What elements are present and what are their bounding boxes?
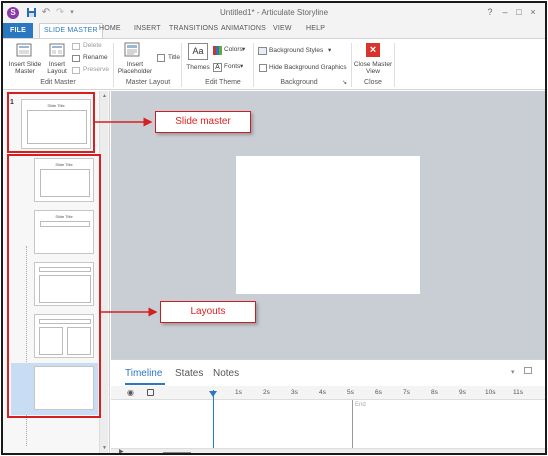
tick-label: 11s — [513, 389, 523, 396]
zoom-slider[interactable] — [163, 452, 191, 453]
playhead-handle[interactable] — [209, 391, 217, 397]
playhead-line[interactable] — [213, 390, 214, 453]
ribbon-tabs: FILE SLIDE MASTER HOME INSERT TRANSITION… — [3, 23, 545, 38]
undock-panel-icon[interactable] — [524, 367, 532, 374]
ribbon-separator — [181, 43, 182, 87]
window-title: Untitled1* - Articulate Storyline — [219, 8, 329, 17]
insert-layout-icon[interactable] — [49, 43, 65, 63]
tab-home[interactable]: HOME — [99, 25, 121, 32]
tab-notes[interactable]: Notes — [213, 368, 239, 379]
tick-label: 6s — [375, 389, 382, 396]
insert-slide-master-button[interactable]: Insert Slide Master — [7, 61, 43, 75]
slide-master-highlight-box — [7, 92, 95, 153]
title-bar: S ↶ ↷ ▾ Untitled1* - Articulate Storylin… — [3, 3, 545, 23]
rename-icon — [72, 55, 80, 62]
insert-layout-button[interactable]: Insert Layout — [43, 61, 71, 75]
tick-label: 1s — [235, 389, 242, 396]
ribbon: Insert Slide Master Insert Layout Delete… — [3, 38, 545, 90]
slide-stage[interactable] — [236, 156, 420, 294]
active-tab-indicator — [125, 383, 165, 385]
ribbon-separator — [351, 43, 352, 87]
panel-menu-icon[interactable]: ▾ — [511, 368, 515, 376]
lock-icon[interactable] — [147, 389, 154, 396]
close-master-view-icon[interactable]: × — [366, 43, 380, 57]
insert-slide-master-icon[interactable] — [16, 43, 32, 63]
app-window: S ↶ ↷ ▾ Untitled1* - Articulate Storylin… — [1, 1, 547, 455]
tick-label: 8s — [431, 389, 438, 396]
end-marker-label: End — [355, 402, 366, 408]
tab-states[interactable]: States — [175, 368, 203, 379]
scroll-down-icon[interactable]: ▼ — [101, 445, 108, 451]
themes-icon[interactable]: Aa — [188, 43, 208, 60]
hide-background-graphics-label: Hide Background Graphics — [269, 64, 347, 71]
eye-icon[interactable]: ◉ — [127, 388, 134, 397]
tick-label: 5s — [347, 389, 354, 396]
close-window-icon[interactable]: × — [528, 7, 538, 17]
play-icon[interactable]: ▶ — [119, 449, 124, 453]
background-dialog-launcher-icon[interactable]: ↘ — [342, 79, 347, 87]
tick-label: 10s — [485, 389, 496, 396]
background-styles-icon — [258, 47, 267, 55]
colors-icon — [213, 46, 222, 55]
close-master-view-button[interactable]: Close Master View — [353, 61, 393, 75]
rename-button[interactable]: Rename — [83, 54, 108, 62]
minimize-icon[interactable]: – — [500, 7, 510, 17]
maximize-icon[interactable]: □ — [514, 7, 524, 17]
tick-label: 2s — [263, 389, 270, 396]
delete-button[interactable]: Delete — [83, 42, 102, 50]
tab-slide-master[interactable]: SLIDE MASTER — [39, 23, 103, 38]
preserve-icon — [72, 67, 80, 74]
end-marker-line[interactable] — [352, 400, 353, 453]
delete-icon — [72, 43, 80, 50]
timeline-tracks[interactable]: End — [111, 400, 545, 448]
timeline-panel: Timeline States Notes ▾ ◉ 1s 2s 3s 4s 5s… — [111, 359, 545, 453]
preserve-button[interactable]: Preserve — [83, 66, 109, 74]
edit-theme-group-label: Edit Theme — [205, 79, 241, 86]
hide-background-graphics-checkbox[interactable] — [259, 64, 267, 72]
ribbon-separator — [394, 43, 395, 87]
fonts-dropdown-icon[interactable]: ▾ — [240, 63, 243, 71]
tick-label: 3s — [291, 389, 298, 396]
themes-button[interactable]: Themes — [185, 64, 211, 71]
tab-timeline[interactable]: Timeline — [125, 368, 162, 379]
tab-insert[interactable]: INSERT — [134, 25, 161, 32]
background-styles-dropdown-icon[interactable]: ▾ — [328, 47, 331, 55]
tick-label: 7s — [403, 389, 410, 396]
fonts-icon: A — [213, 63, 222, 72]
tick-label: 4s — [319, 389, 326, 396]
tick-label: 9s — [459, 389, 466, 396]
title-checkbox-label: Title — [168, 54, 181, 61]
colors-button[interactable]: Colors — [224, 46, 243, 54]
insert-placeholder-button[interactable]: Insert Placeholder — [114, 61, 156, 75]
tab-view[interactable]: VIEW — [273, 25, 292, 32]
tab-help[interactable]: HELP — [306, 25, 325, 32]
tab-file[interactable]: FILE — [3, 23, 33, 38]
background-group-label: Background — [280, 79, 318, 86]
ribbon-separator — [253, 43, 254, 87]
timeline-footer: ▶ — [111, 448, 545, 453]
title-checkbox[interactable] — [157, 54, 165, 62]
scroll-up-icon[interactable]: ▲ — [101, 93, 108, 99]
tab-animations[interactable]: ANIMATIONS — [221, 25, 266, 32]
timeline-ruler: ◉ 1s 2s 3s 4s 5s 6s 7s 8s 9s 10s 11s — [111, 386, 545, 400]
colors-dropdown-icon[interactable]: ▾ — [242, 46, 245, 54]
layouts-callout: Layouts — [160, 301, 256, 323]
help-icon[interactable]: ? — [485, 7, 495, 17]
tab-transitions[interactable]: TRANSITIONS — [169, 25, 218, 32]
master-layout-group-label: Master Layout — [125, 79, 171, 86]
layouts-highlight-box — [7, 154, 101, 418]
insert-placeholder-icon[interactable] — [124, 42, 140, 63]
close-group-label: Close — [364, 79, 382, 86]
fonts-button[interactable]: Fonts — [224, 63, 240, 71]
slide-master-callout: Slide master — [155, 111, 251, 133]
background-styles-button[interactable]: Background Styles — [269, 47, 323, 55]
edit-master-group-label: Edit Master — [40, 79, 76, 86]
